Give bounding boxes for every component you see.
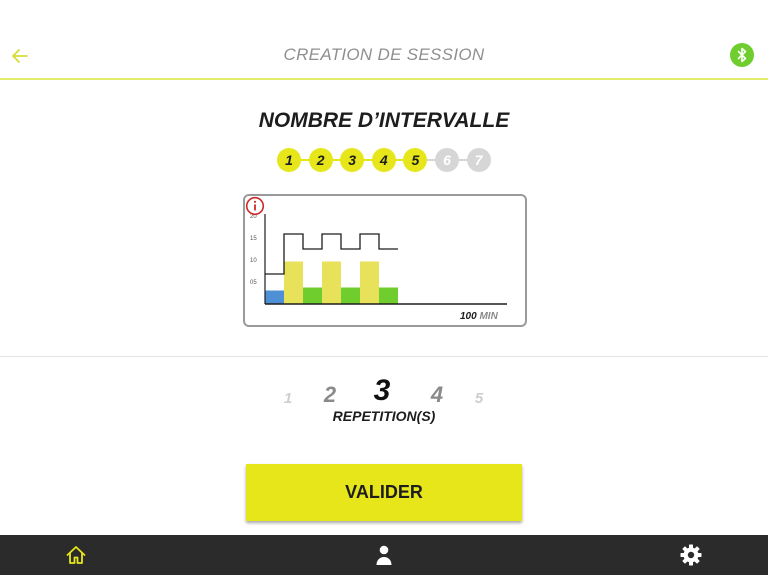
interval-step-5[interactable]: 5 [403, 148, 428, 172]
repetition-label: REPETITION(S) [332, 408, 436, 424]
interval-step-6[interactable]: 6 [435, 148, 459, 172]
repetition-option[interactable]: 4 [431, 384, 443, 406]
bar-work [284, 261, 303, 304]
interval-step-7[interactable]: 7 [466, 148, 491, 172]
session-chart-card: 20 15 10 05 100 MIN [243, 194, 527, 327]
validate-button[interactable]: VALIDER [246, 464, 522, 521]
y-tick-label: 05 [250, 280, 257, 286]
x-axis-max-label: 100 MIN [460, 311, 498, 322]
repetition-option[interactable]: 1 [284, 391, 292, 406]
home-icon[interactable] [65, 544, 87, 566]
repetition-option[interactable]: 5 [475, 391, 483, 406]
intervals-heading: NOMBRE D’INTERVALLE [258, 109, 510, 132]
interval-stepper: 1234567 [277, 148, 491, 172]
session-chart: 20151005 [250, 214, 507, 305]
bluetooth-icon [737, 47, 747, 63]
x-axis-max-value: 100 [460, 311, 477, 322]
repetition-option-selected[interactable]: 3 [374, 376, 391, 406]
repetition-option[interactable]: 2 [324, 384, 336, 406]
x-axis-unit: MIN [479, 311, 498, 322]
bluetooth-button[interactable] [730, 43, 754, 67]
repetition-picker[interactable]: 1 2 3 4 5 [260, 372, 508, 412]
app-header: CREATION DE SESSION [0, 0, 768, 80]
bottom-nav-bar [0, 535, 768, 575]
y-tick-label: 15 [250, 236, 257, 242]
bar-rest [303, 287, 322, 304]
user-icon[interactable] [373, 544, 395, 566]
y-tick-label: 10 [250, 258, 257, 264]
interval-step-4[interactable]: 4 [371, 148, 396, 172]
page-title: CREATION DE SESSION [283, 45, 485, 64]
gear-icon[interactable] [680, 544, 702, 566]
bar-work [322, 261, 341, 304]
interval-step-2[interactable]: 2 [308, 148, 333, 172]
bar-rest [379, 287, 398, 304]
interval-step-3[interactable]: 3 [340, 148, 365, 172]
interval-step-1[interactable]: 1 [277, 148, 301, 172]
bar-work [360, 261, 379, 304]
bar-warmup [265, 290, 284, 304]
section-divider [0, 356, 768, 357]
bar-rest [341, 287, 360, 304]
info-circle-icon[interactable] [245, 196, 265, 216]
